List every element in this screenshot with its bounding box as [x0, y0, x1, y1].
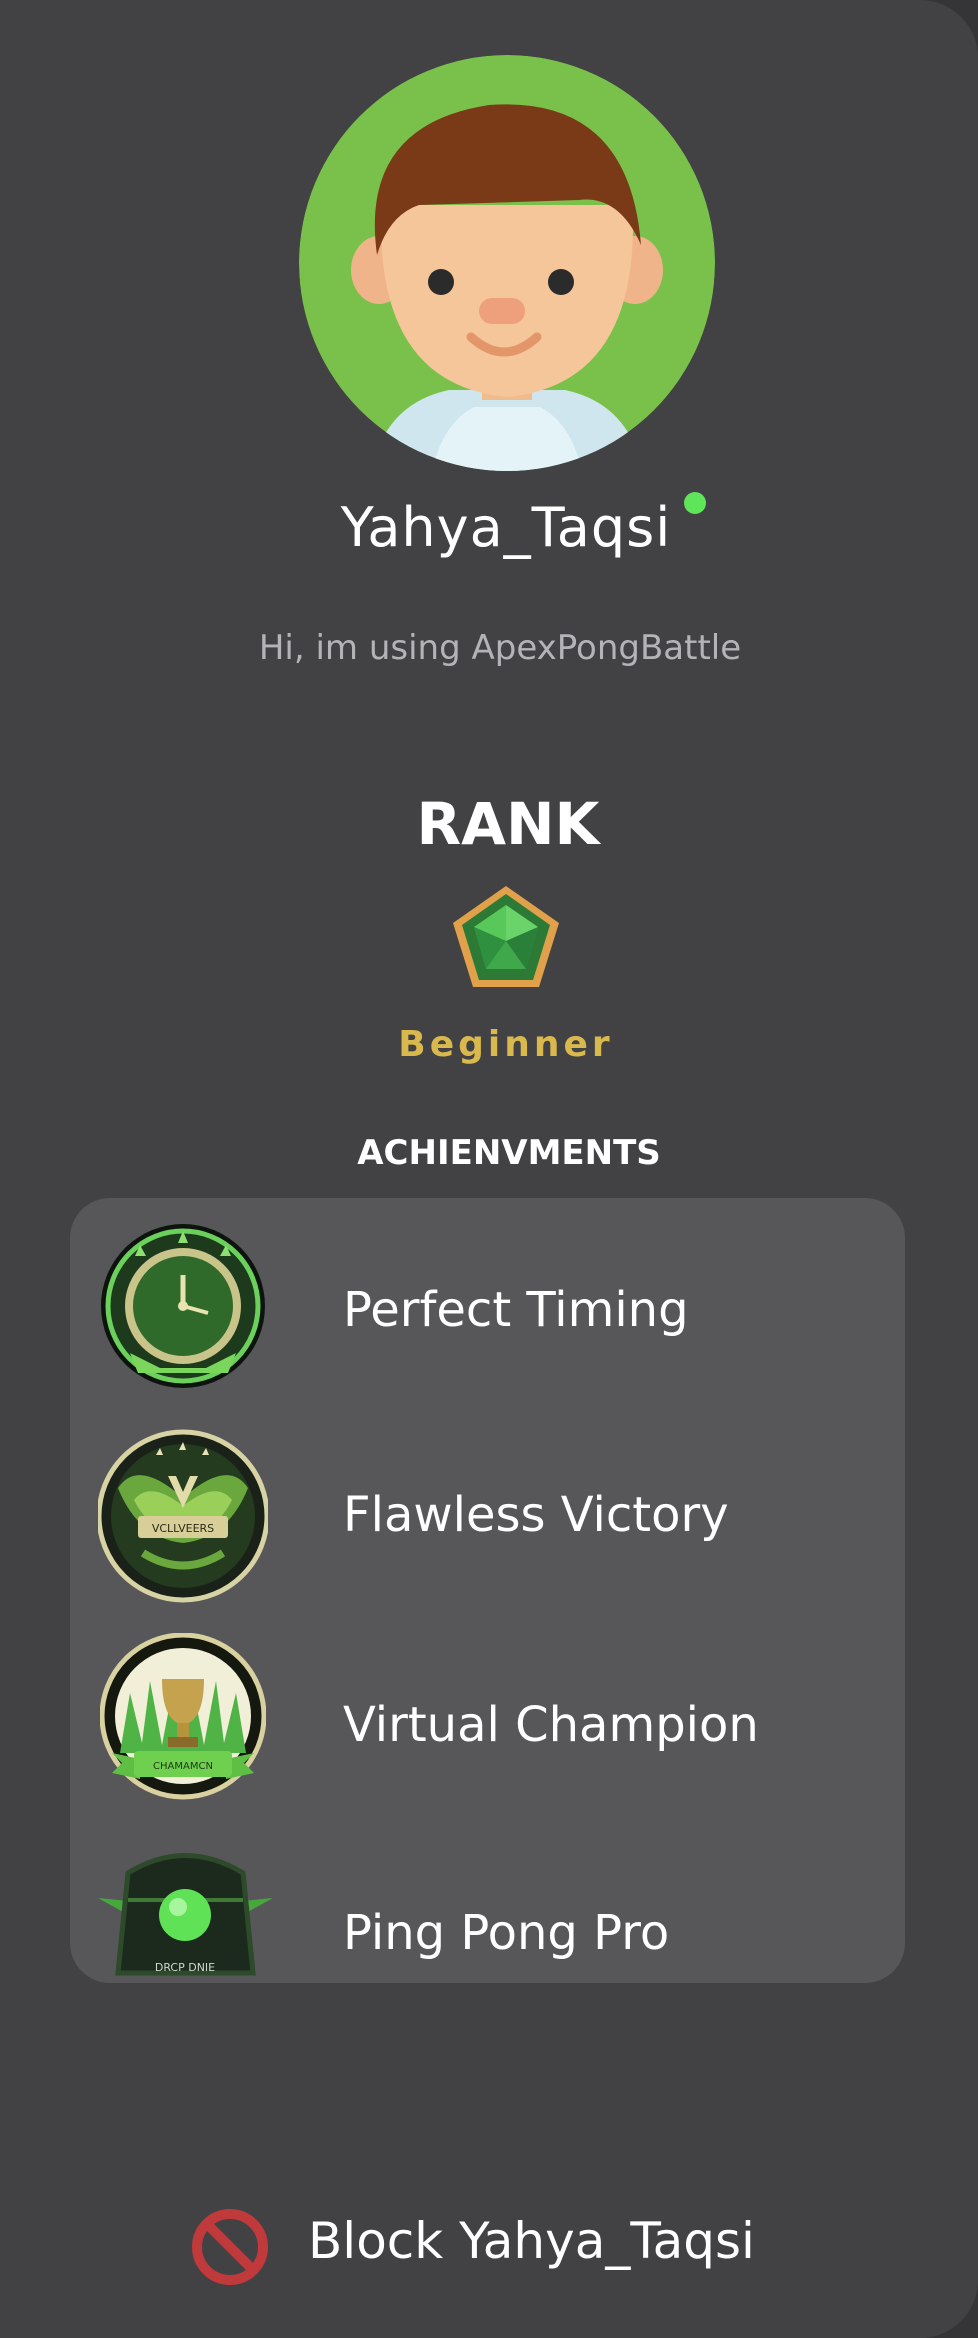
online-status-dot	[684, 492, 706, 514]
achievements-list[interactable]: Perfect Timing VCLLVEERS Flawless Victor…	[70, 1198, 905, 1983]
profile-panel: Yahya_Taqsi Hi, im using ApexPongBattle …	[0, 0, 978, 2338]
badge-text: CHAMAMCN	[153, 1761, 213, 1772]
clock-badge-icon	[101, 1224, 265, 1388]
avatar	[299, 55, 715, 471]
rank-heading: RANK	[416, 790, 600, 858]
block-icon	[192, 2209, 268, 2285]
list-item: VCLLVEERS Flawless Victory	[70, 1423, 905, 1603]
badge-text: DRCP DNIE	[155, 1961, 215, 1974]
list-item: Perfect Timing	[70, 1218, 905, 1398]
block-user-label: Block Yahya_Taqsi	[308, 2212, 755, 2270]
achievement-label: Virtual Champion	[343, 1697, 759, 1753]
achievements-heading: ACHIENVMENTS	[357, 1133, 661, 1173]
winged-badge-icon: VCLLVEERS	[98, 1429, 268, 1603]
status-message: Hi, im using ApexPongBattle	[258, 628, 742, 668]
rank-name: Beginner	[398, 1024, 614, 1065]
block-user-button[interactable]: Block Yahya_Taqsi	[190, 2200, 830, 2290]
badge-text: VCLLVEERS	[152, 1522, 214, 1535]
achievement-label: Perfect Timing	[343, 1282, 689, 1338]
green-gem-icon	[453, 886, 559, 987]
achievement-label: Ping Pong Pro	[343, 1905, 670, 1961]
ball-badge-icon: DRCP DNIE	[98, 1853, 273, 1976]
trophy-badge-icon: CHAMAMCN	[100, 1633, 266, 1800]
username: Yahya_Taqsi	[340, 496, 672, 559]
achievement-label: Flawless Victory	[343, 1487, 729, 1543]
list-item: CHAMAMCN Virtual Champion	[70, 1633, 905, 1813]
list-item: DRCP DNIE Ping Pong Pro	[70, 1843, 905, 1983]
